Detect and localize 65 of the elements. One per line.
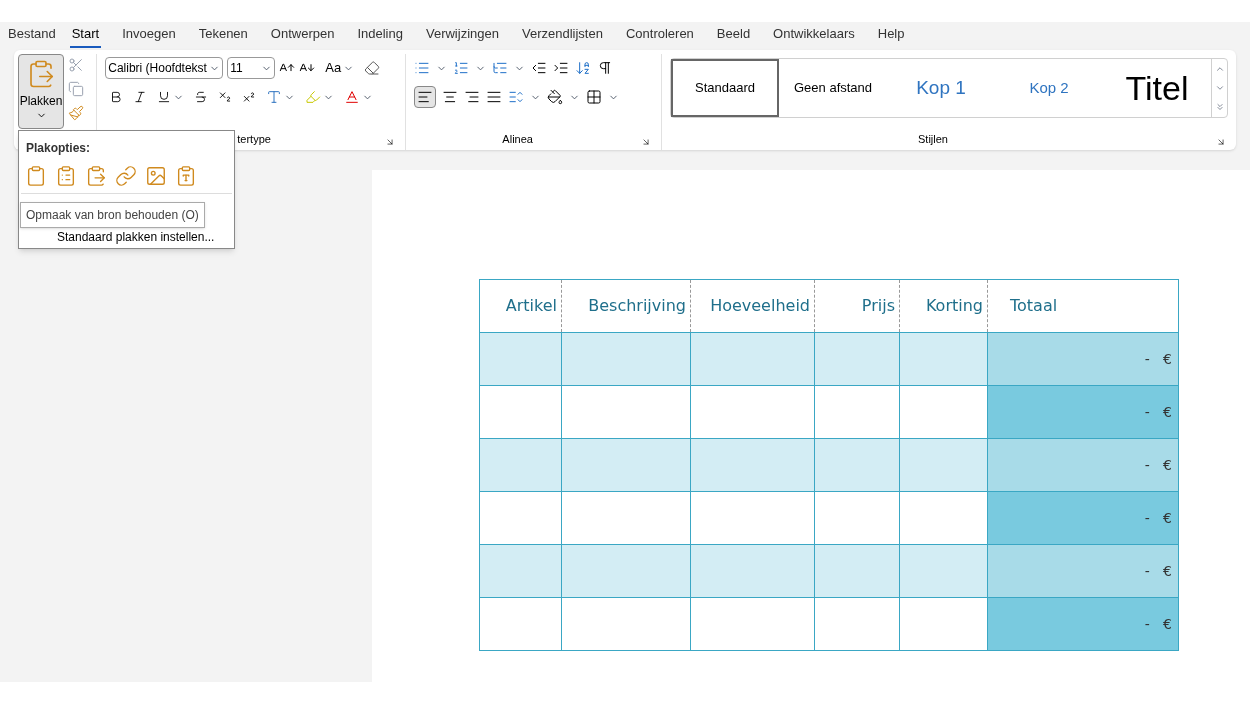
multilevel-list-icon[interactable]	[492, 60, 509, 76]
subscript-icon[interactable]	[218, 90, 233, 104]
menu-tab[interactable]: Verzendlijsten	[519, 23, 605, 48]
increase-indent-icon[interactable]	[553, 60, 570, 76]
dialog-launcher-icon[interactable]	[1216, 137, 1226, 147]
line-spacing-icon[interactable]	[508, 89, 525, 105]
column-header: Totaal	[987, 279, 1179, 333]
style-gallery-item[interactable]: Kop 1	[887, 59, 995, 117]
bullets-icon[interactable]	[414, 60, 431, 76]
group-label: Stijlen	[918, 131, 948, 147]
menu-item[interactable]: Standaard plakken instellen...	[19, 228, 234, 246]
numbering-icon[interactable]	[453, 60, 470, 76]
font-color-icon[interactable]	[344, 89, 361, 105]
clear-formatting-icon[interactable]	[364, 60, 381, 76]
style-gallery-item[interactable]: Kop 2	[995, 59, 1103, 117]
menu-tab[interactable]: Ontwikkelaars	[771, 23, 857, 48]
paste-button[interactable]: Plakken	[18, 54, 64, 129]
total-cell: - €	[987, 491, 1179, 545]
font-size-field[interactable]: 11	[227, 57, 276, 79]
tooltip: Opmaak van bron behouden (O)	[20, 202, 205, 228]
justify-icon[interactable]	[486, 89, 503, 105]
menu-tab[interactable]: Invoegen	[120, 23, 178, 48]
dialog-launcher-icon[interactable]	[641, 137, 651, 147]
decrease-indent-icon[interactable]	[531, 60, 548, 76]
total-cell: - €	[987, 438, 1179, 492]
clipboard-image-icon[interactable]	[145, 165, 167, 187]
menu-tab[interactable]: Tekenen	[196, 23, 250, 48]
strikethrough-icon[interactable]	[194, 90, 209, 104]
change-case-button[interactable]: Aa	[323, 58, 357, 78]
total-cell: - €	[987, 597, 1179, 651]
italic-icon[interactable]	[133, 90, 148, 104]
total-cell: - €	[987, 385, 1179, 439]
cut-icon[interactable]	[68, 57, 84, 73]
font-family-field[interactable]: Calibri (Hoofdtekst	[105, 57, 224, 79]
copy-icon[interactable]	[68, 81, 84, 97]
clipboard-letter-icon[interactable]	[175, 165, 197, 187]
style-gallery-item[interactable]: Geen afstand	[779, 59, 887, 117]
menu-tab[interactable]: Start	[69, 23, 102, 48]
text-effects-icon[interactable]	[266, 89, 283, 105]
menu-tab[interactable]: Indeling	[355, 23, 405, 48]
borders-icon[interactable]	[586, 89, 603, 105]
menu-tab[interactable]: Beeld	[714, 23, 753, 48]
style-gallery-item[interactable]: Titel	[1103, 59, 1211, 117]
clipboard-text-icon[interactable]	[55, 165, 77, 187]
sort-icon[interactable]	[575, 60, 592, 76]
menu-tab[interactable]: Help	[875, 23, 907, 48]
menu-tab[interactable]: Verwijzingen	[423, 23, 501, 48]
align-right-icon[interactable]	[464, 89, 481, 105]
underline-icon[interactable]	[157, 90, 172, 104]
align-center-icon[interactable]	[442, 89, 459, 105]
shading-icon[interactable]	[547, 89, 564, 105]
format-painter-icon[interactable]	[68, 105, 84, 121]
total-cell: - €	[987, 544, 1179, 598]
group-label: tertype	[237, 131, 271, 147]
menu-title: Plakopties:	[25, 140, 92, 157]
scroll-down-icon[interactable]	[1214, 83, 1225, 93]
style-gallery-item[interactable]: Standaard	[671, 59, 779, 117]
bold-icon[interactable]	[109, 90, 124, 104]
total-cell: - €	[987, 332, 1179, 386]
menu-tab[interactable]: Ontwerpen	[268, 23, 337, 48]
superscript-icon[interactable]	[242, 90, 257, 104]
dialog-launcher-icon[interactable]	[385, 137, 396, 147]
menu-tab[interactable]: Bestand	[6, 23, 58, 48]
group-label: Alinea	[502, 131, 533, 147]
menu-tab[interactable]: Controleren	[623, 23, 696, 48]
